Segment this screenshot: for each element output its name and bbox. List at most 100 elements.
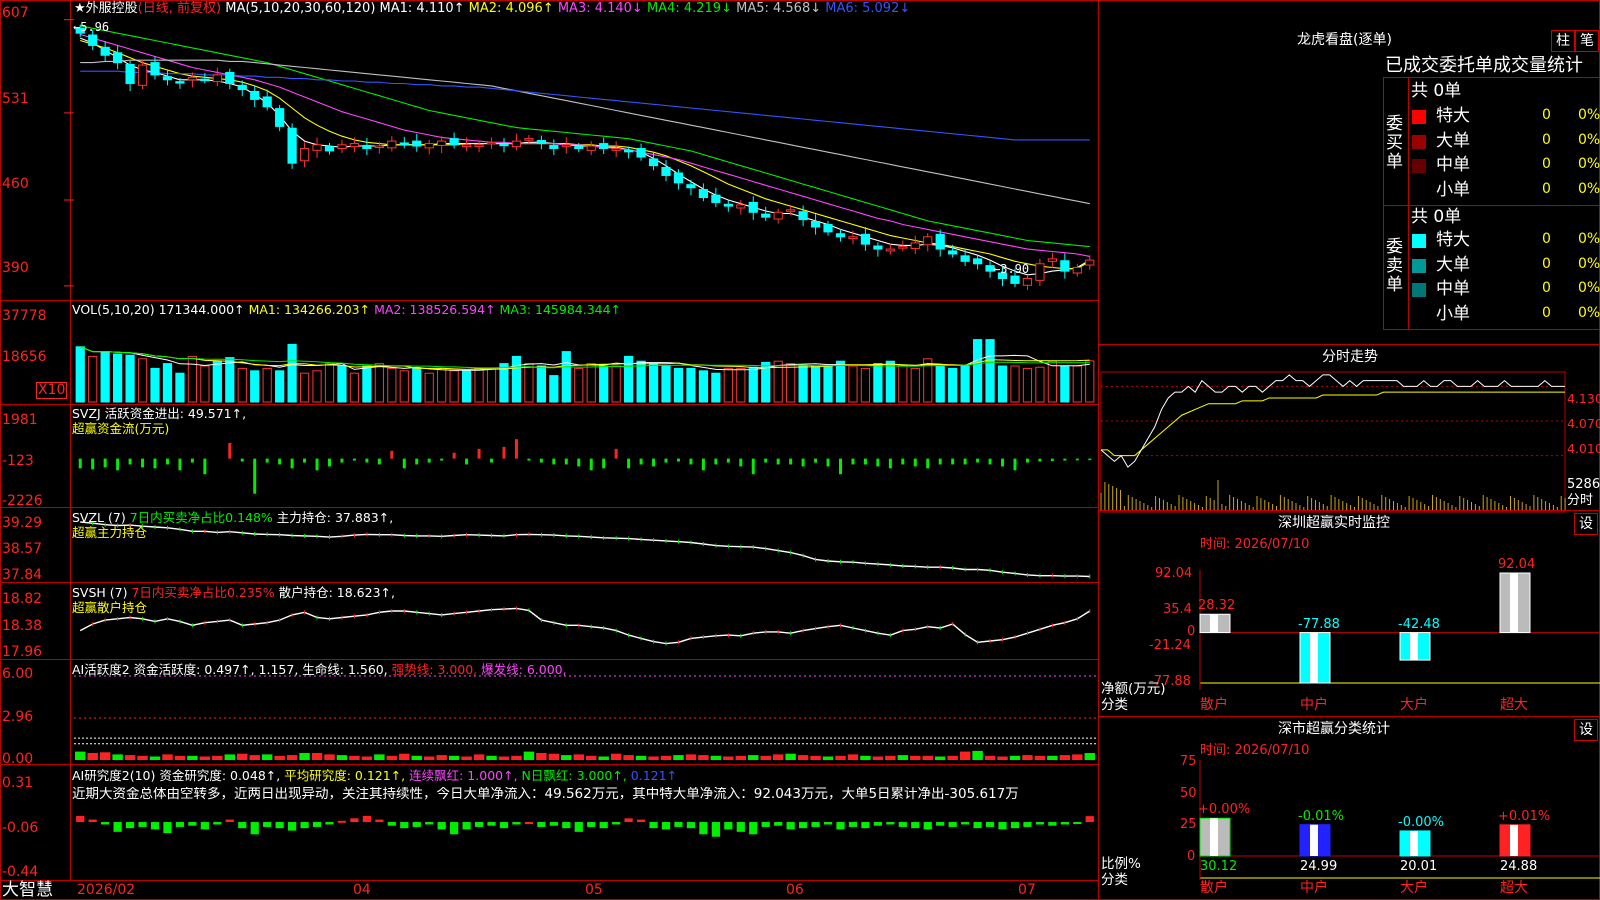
price-low-mark: ←3.90 (993, 262, 1030, 276)
ai-research-panel (76, 815, 1094, 837)
price-legend-item: MA(5,10,20,30,60,120) (225, 1, 376, 16)
svzj-bar (714, 458, 718, 465)
ai-research-bar (562, 822, 571, 829)
candle-body (586, 145, 596, 151)
ai-research-bar (450, 822, 459, 835)
ai-research-bar (337, 820, 347, 823)
svzj-bar (303, 458, 307, 463)
ai-research-bar (1085, 816, 1094, 823)
volume-bar (898, 365, 908, 403)
sh-settings-button[interactable]: 设 (1574, 719, 1598, 741)
ai-research-bar (400, 822, 409, 829)
volume-bar (424, 372, 434, 403)
svsh-axis-1: 18.38 (2, 618, 43, 634)
svzj-bar (739, 458, 743, 467)
stock-name[interactable]: 外服控股 (86, 1, 138, 16)
candle-body (125, 63, 135, 84)
ai-research-bar (1048, 822, 1057, 826)
tick-mode-button[interactable]: 笔 (1575, 30, 1599, 52)
sh-bar-change: -0.01% (1298, 808, 1344, 824)
volume-bar (997, 365, 1008, 403)
ai-research-bar (188, 822, 197, 826)
volume-bar (387, 367, 397, 403)
sz-axis-3: -21.24 (1149, 638, 1191, 653)
intraday-axis-2: 4.010 (1567, 441, 1600, 456)
candle-body (499, 143, 509, 147)
ai-research-bar (861, 822, 870, 829)
candle-body (474, 144, 484, 148)
svzj-bar (165, 458, 169, 465)
candle-body (225, 71, 235, 84)
volume-bar (860, 367, 871, 403)
ai-activity-bar (810, 755, 821, 760)
ai-activity-bar (237, 753, 248, 760)
sh-axis-0: 75 (1180, 754, 1197, 769)
ai-activity-bar (448, 755, 460, 760)
ai-research-bar (287, 822, 297, 831)
ai-research-bar (1023, 822, 1032, 827)
ai-activity-bar (75, 751, 86, 760)
date-label-2: 05 (585, 882, 603, 898)
candle-body (885, 248, 895, 252)
volume-bar (324, 363, 335, 403)
ai-activity-bar (436, 755, 447, 760)
ai1-axis-0: 6.00 (2, 666, 34, 682)
bar-mode-button[interactable]: 柱 (1551, 30, 1575, 52)
ai1-axis-1: 2.96 (2, 709, 34, 725)
svzj-bar (652, 458, 656, 467)
svzj-label: SVZJ 活跃资金进出: 49.571↑, (72, 406, 247, 421)
ai-activity-bar (785, 753, 796, 760)
ai-research-bar (811, 822, 820, 827)
ai-activity-bar (822, 756, 834, 760)
svsh-line (79, 607, 1091, 645)
candle-body (711, 194, 721, 203)
chart-canvas[interactable] (0, 0, 1600, 900)
ai2-axis-1: -0.06 (2, 820, 39, 836)
ai-research-bar (911, 822, 920, 829)
volume-bar (835, 360, 846, 403)
candle-body (935, 233, 945, 250)
order-row-pct: 0% (1578, 280, 1600, 296)
svzj-bar (141, 458, 145, 468)
order-color-swatch (1412, 283, 1426, 297)
svzj-bar (701, 458, 705, 471)
svzj-bar (851, 458, 855, 465)
candle-body (387, 140, 397, 149)
volume-bar (648, 363, 659, 403)
ai-activity-bar (760, 755, 771, 760)
ai-activity-bar (249, 755, 260, 760)
ai2-comment: 近期大资金总体由空转多，近两日出现异动，关注其持续性，今日大单净流入：49.56… (72, 787, 1019, 802)
ai2-avg: 平均研究度: 0.121↑, (284, 768, 406, 783)
svzj-bar (764, 458, 768, 463)
candle-body (1060, 260, 1070, 272)
volume-bar (125, 354, 135, 403)
ai-activity-bar (698, 755, 709, 760)
rpanel-title: 龙虎看盘(逐单) (1297, 32, 1392, 48)
intraday-box (1100, 371, 1566, 513)
svzj-bar (614, 448, 618, 459)
ai-research-bar (1060, 822, 1069, 825)
volume-bar (910, 367, 920, 403)
sz-settings-button[interactable]: 设 (1574, 513, 1598, 535)
price-axis-1: 531 (2, 91, 29, 107)
order-row-name: 特大 (1436, 106, 1470, 126)
order-row-pct: 0% (1578, 180, 1600, 197)
svsh-value: 散户持仓: 18.623↑, (278, 585, 395, 600)
volume-bar (873, 363, 883, 403)
date-label-0: 2026/02 (77, 882, 136, 898)
svzj-sub: 超赢资金流(万元) (72, 421, 170, 436)
volume-bar (200, 365, 210, 403)
ai-research-bar (76, 815, 85, 823)
ai-research-bar (263, 822, 272, 827)
order-row-count: 0 (1542, 107, 1551, 123)
candle-body (848, 236, 858, 240)
candle-body (761, 213, 771, 218)
svzl-axis-1: 38.57 (2, 541, 43, 557)
volume-bar (586, 363, 596, 403)
ai-activity-bar (199, 756, 211, 760)
volume-bar (412, 367, 422, 403)
ai-research-bar (88, 819, 97, 823)
svzj-bar (91, 458, 95, 470)
ai-activity-bar (386, 755, 398, 760)
ai-research-bar (936, 822, 945, 826)
